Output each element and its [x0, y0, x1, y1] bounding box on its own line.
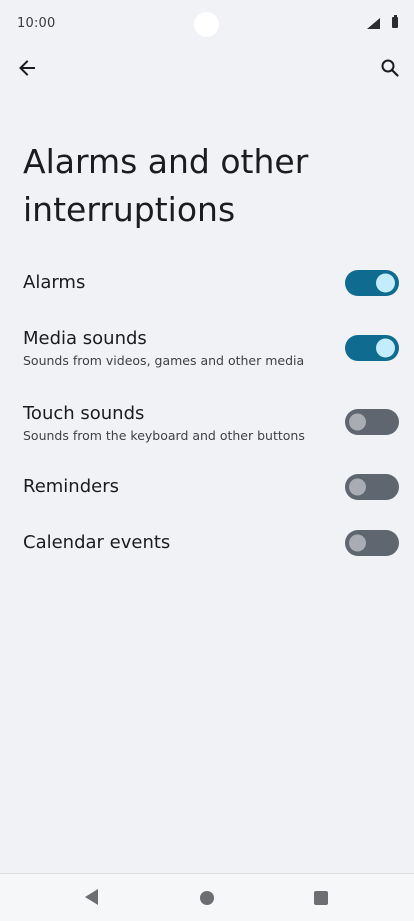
navigation-bar	[0, 873, 414, 921]
toggle-knob	[349, 478, 366, 496]
toggle-knob	[349, 534, 366, 552]
setting-title: Reminders	[23, 476, 119, 497]
nav-back-icon[interactable]	[84, 888, 100, 906]
toggle-knob	[376, 338, 395, 358]
arrow-back-icon	[19, 60, 35, 76]
alarms-toggle[interactable]	[345, 270, 399, 296]
setting-subtitle: Sounds from the keyboard and other butto…	[23, 428, 305, 443]
back-button[interactable]	[11, 52, 43, 84]
battery-icon	[392, 15, 398, 28]
setting-title: Media sounds	[23, 328, 147, 349]
setting-row-reminders[interactable]: Reminders	[0, 472, 414, 520]
setting-row-media-sounds[interactable]: Media sounds Sounds from videos, games a…	[0, 324, 414, 380]
toggle-knob	[349, 413, 366, 431]
setting-row-touch-sounds[interactable]: Touch sounds Sounds from the keyboard an…	[0, 399, 414, 455]
toolbar	[0, 48, 414, 88]
signal-icon	[367, 18, 380, 29]
toggle-knob	[376, 273, 395, 293]
search-icon	[381, 59, 399, 77]
page-title: Alarms and other interruptions	[23, 142, 309, 229]
setting-title: Alarms	[23, 272, 86, 293]
nav-recents-icon[interactable]	[314, 891, 328, 905]
setting-title: Calendar events	[23, 532, 171, 553]
media-sounds-toggle[interactable]	[345, 335, 399, 361]
camera-cutout	[194, 12, 219, 37]
status-bar: 10:00	[0, 0, 414, 48]
setting-row-alarms[interactable]: Alarms	[0, 260, 414, 308]
touch-sounds-toggle[interactable]	[345, 409, 399, 435]
calendar-events-toggle[interactable]	[345, 530, 399, 556]
setting-subtitle: Sounds from videos, games and other medi…	[23, 353, 305, 368]
nav-home-icon[interactable]	[200, 891, 214, 905]
status-time: 10:00	[17, 16, 56, 31]
setting-title: Touch sounds	[23, 403, 145, 424]
setting-row-calendar-events[interactable]: Calendar events	[0, 528, 414, 576]
reminders-toggle[interactable]	[345, 474, 399, 500]
search-button[interactable]	[374, 52, 406, 84]
